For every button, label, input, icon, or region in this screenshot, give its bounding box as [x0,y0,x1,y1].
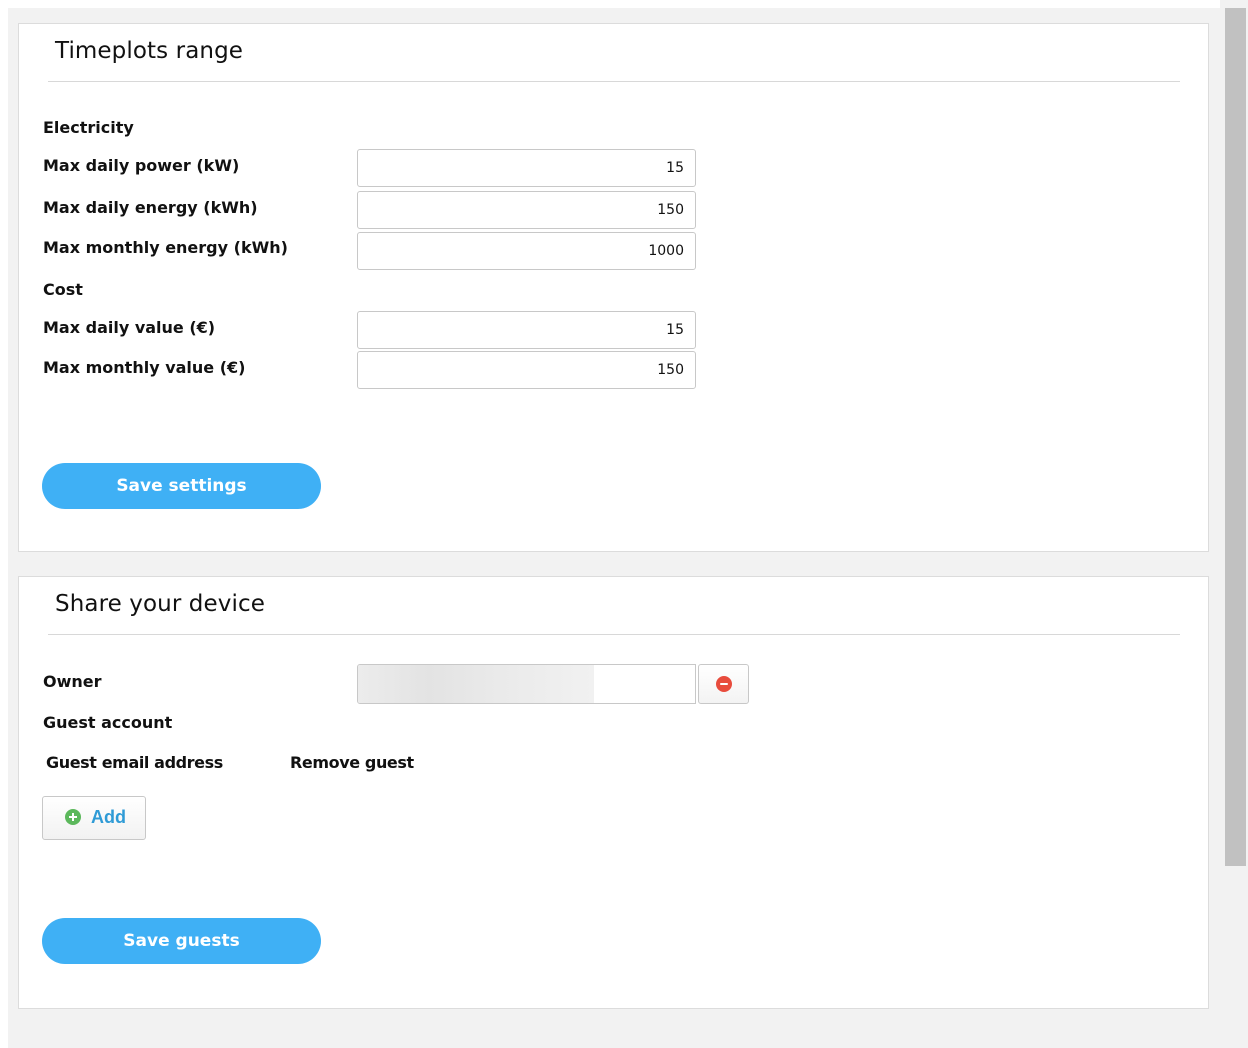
timeplots-title: Timeplots range [55,38,244,64]
share-device-panel: Share your device Owner Guest account Gu… [18,576,1209,1009]
max-daily-power-label: Max daily power (kW) [43,156,240,175]
max-monthly-value-input[interactable] [357,351,696,389]
remove-guest-column-header: Remove guest [290,753,414,772]
plus-circle-icon [65,809,81,825]
owner-email-field[interactable] [357,664,696,704]
share-divider [48,634,1180,635]
remove-owner-button[interactable] [698,664,749,704]
owner-email-redacted [358,665,594,703]
max-daily-energy-label: Max daily energy (kWh) [43,198,258,217]
timeplots-range-panel: Timeplots range Electricity Max daily po… [18,23,1209,552]
max-daily-value-label: Max daily value (€) [43,318,216,337]
minus-circle-icon [716,676,732,692]
guest-account-label: Guest account [43,713,173,732]
max-daily-energy-input[interactable] [357,191,696,229]
owner-label: Owner [43,672,102,691]
cost-section-label: Cost [43,280,83,299]
max-monthly-value-label: Max monthly value (€) [43,358,246,377]
save-settings-button[interactable]: Save settings [42,463,321,509]
share-title: Share your device [55,591,265,617]
max-monthly-energy-label: Max monthly energy (kWh) [43,238,288,257]
guest-email-column-header: Guest email address [46,753,223,772]
electricity-section-label: Electricity [43,118,134,137]
add-guest-button[interactable]: Add [42,796,146,840]
max-daily-power-input[interactable] [357,149,696,187]
save-guests-button[interactable]: Save guests [42,918,321,964]
scrollbar-thumb[interactable] [1225,8,1246,866]
add-guest-label: Add [91,807,126,827]
max-monthly-energy-input[interactable] [357,232,696,270]
timeplots-divider [48,81,1180,82]
vertical-scrollbar[interactable] [1220,0,1248,1048]
max-daily-value-input[interactable] [357,311,696,349]
